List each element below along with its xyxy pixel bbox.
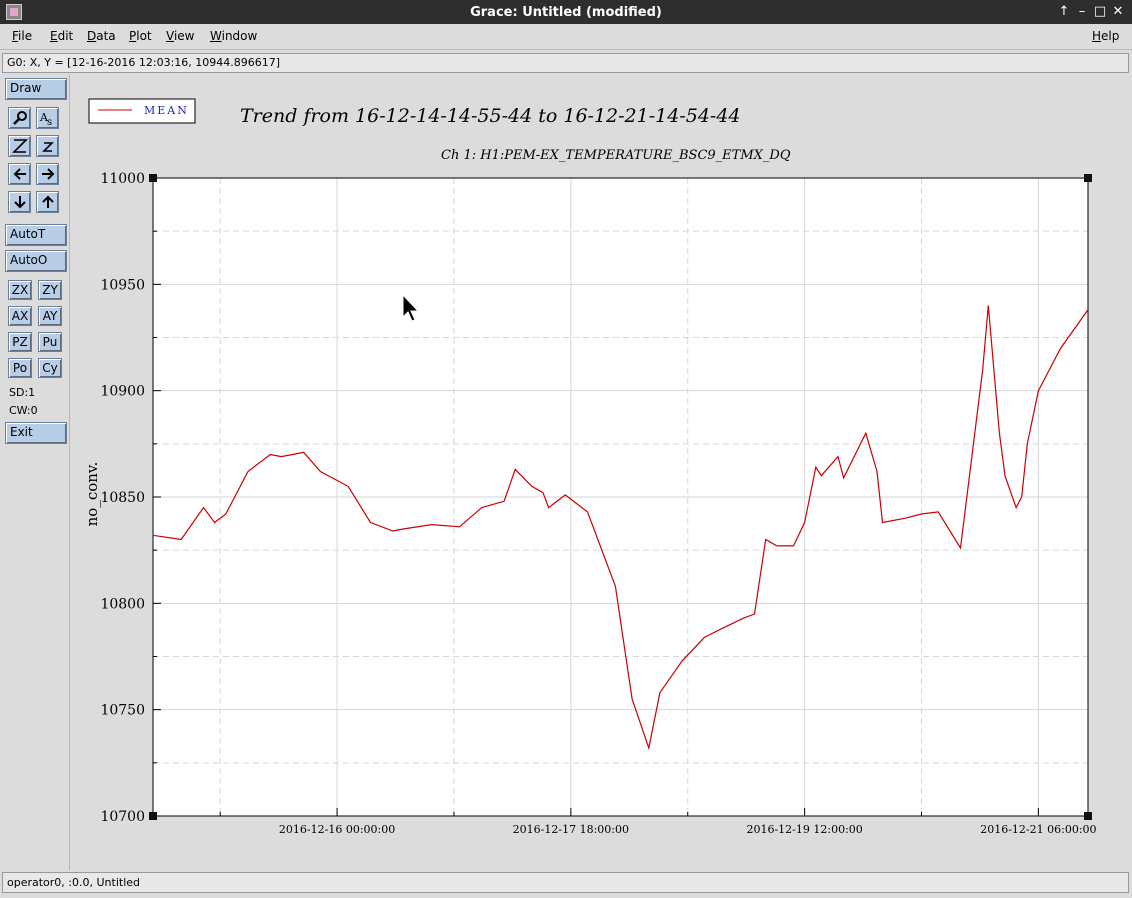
tool-panel: Draw As AutoT AutoO ZX ZY AX AY PZ Pu Po… [0,74,70,870]
x-tick-label-1: 2016-12-16 00:00:00 [279,823,395,836]
status-bar: operator0, :0.0, Untitled [2,872,1129,893]
arrow-right-icon [41,168,54,180]
menu-plot[interactable]: Plot [129,29,152,43]
y-tick-label-10750: 10750 [100,703,145,719]
chart-svg: MEAN Trend from 16-12-14-14-55-44 to 16-… [72,74,1130,870]
corner-handle[interactable] [1084,174,1092,182]
y-tick-label-10950: 10950 [100,277,145,293]
arrow-left-icon [13,168,26,180]
window-title: Grace: Untitled (modified) [470,5,662,20]
zy-button[interactable]: ZY [38,280,62,300]
close-button[interactable]: ✕ [1110,3,1126,21]
arrow-down-icon [13,196,26,209]
chart-title: Trend from 16-12-14-14-55-44 to 16-12-21… [240,105,741,127]
legend-entry-mean: MEAN [144,104,189,117]
stack-depth-label: SD:1 [9,386,36,399]
magnifier-icon [12,111,27,125]
locator-readout: G0: X, Y = [12-16-2016 12:03:16, 10944.8… [2,53,1129,73]
menu-edit[interactable]: Edit [50,29,73,43]
menubar: File Edit Data Plot View Window Help [0,24,1132,50]
zoom-x-button[interactable] [8,135,31,157]
menu-help[interactable]: Help [1092,29,1119,43]
plot-canvas[interactable]: MEAN Trend from 16-12-14-14-55-44 to 16-… [72,74,1130,870]
menu-window[interactable]: Window [210,29,257,43]
y-tick-label-10700: 10700 [100,809,145,825]
current-world-label: CW:0 [9,404,38,417]
zoom-y-button[interactable] [36,135,59,157]
y-tick-label-11000: 11000 [100,171,145,187]
scroll-down-button[interactable] [8,191,31,213]
y-axis-label: no_conv. [83,462,101,527]
zoom-button[interactable] [8,107,31,129]
scroll-right-button[interactable] [36,163,59,185]
chart-subtitle: Ch 1: H1:PEM-EX_TEMPERATURE_BSC9_ETMX_DQ [441,148,791,163]
menu-data[interactable]: Data [87,29,116,43]
autoscale-o-button[interactable]: AutoO [5,250,67,272]
arrow-up-icon [41,195,54,208]
minimize-button[interactable]: – [1074,3,1090,21]
y-tick-label-10800: 10800 [100,596,145,612]
corner-handle[interactable] [149,174,157,182]
pull-button[interactable]: Pu [38,332,62,352]
menu-file[interactable]: File [12,29,32,43]
z-large-icon [11,139,28,153]
svg-text:s: s [47,117,52,126]
autoscale-t-button[interactable]: AutoT [5,224,67,246]
exit-button[interactable]: Exit [5,422,67,444]
scroll-up-button[interactable] [36,191,59,213]
y-tick-label-10850: 10850 [100,490,145,506]
push-zoom-button[interactable]: PZ [8,332,32,352]
maximize-button[interactable]: □ [1092,3,1108,21]
x-tick-label-4: 2016-12-21 06:00:00 [980,823,1096,836]
menu-view[interactable]: View [166,29,194,43]
cycle-button[interactable]: Cy [38,358,62,378]
x-tick-label-3: 2016-12-19 12:00:00 [746,823,862,836]
autoscale-text-button[interactable]: As [36,107,59,129]
y-tick-label-10900: 10900 [100,384,145,400]
text-scale-icon: As [39,111,52,128]
ax-button[interactable]: AX [8,306,32,326]
x-tick-label-2: 2016-12-17 18:00:00 [513,823,629,836]
scroll-left-button[interactable] [8,163,31,185]
raise-window-button[interactable]: ↑ [1056,3,1072,21]
corner-handle[interactable] [149,812,157,820]
corner-handle[interactable] [1084,812,1092,820]
z-small-icon [41,142,54,152]
zx-button[interactable]: ZX [8,280,32,300]
draw-button[interactable]: Draw [5,78,67,100]
pop-button[interactable]: Po [8,358,32,378]
ay-button[interactable]: AY [38,306,62,326]
window-titlebar: Grace: Untitled (modified) ↑ – □ ✕ [0,0,1132,24]
